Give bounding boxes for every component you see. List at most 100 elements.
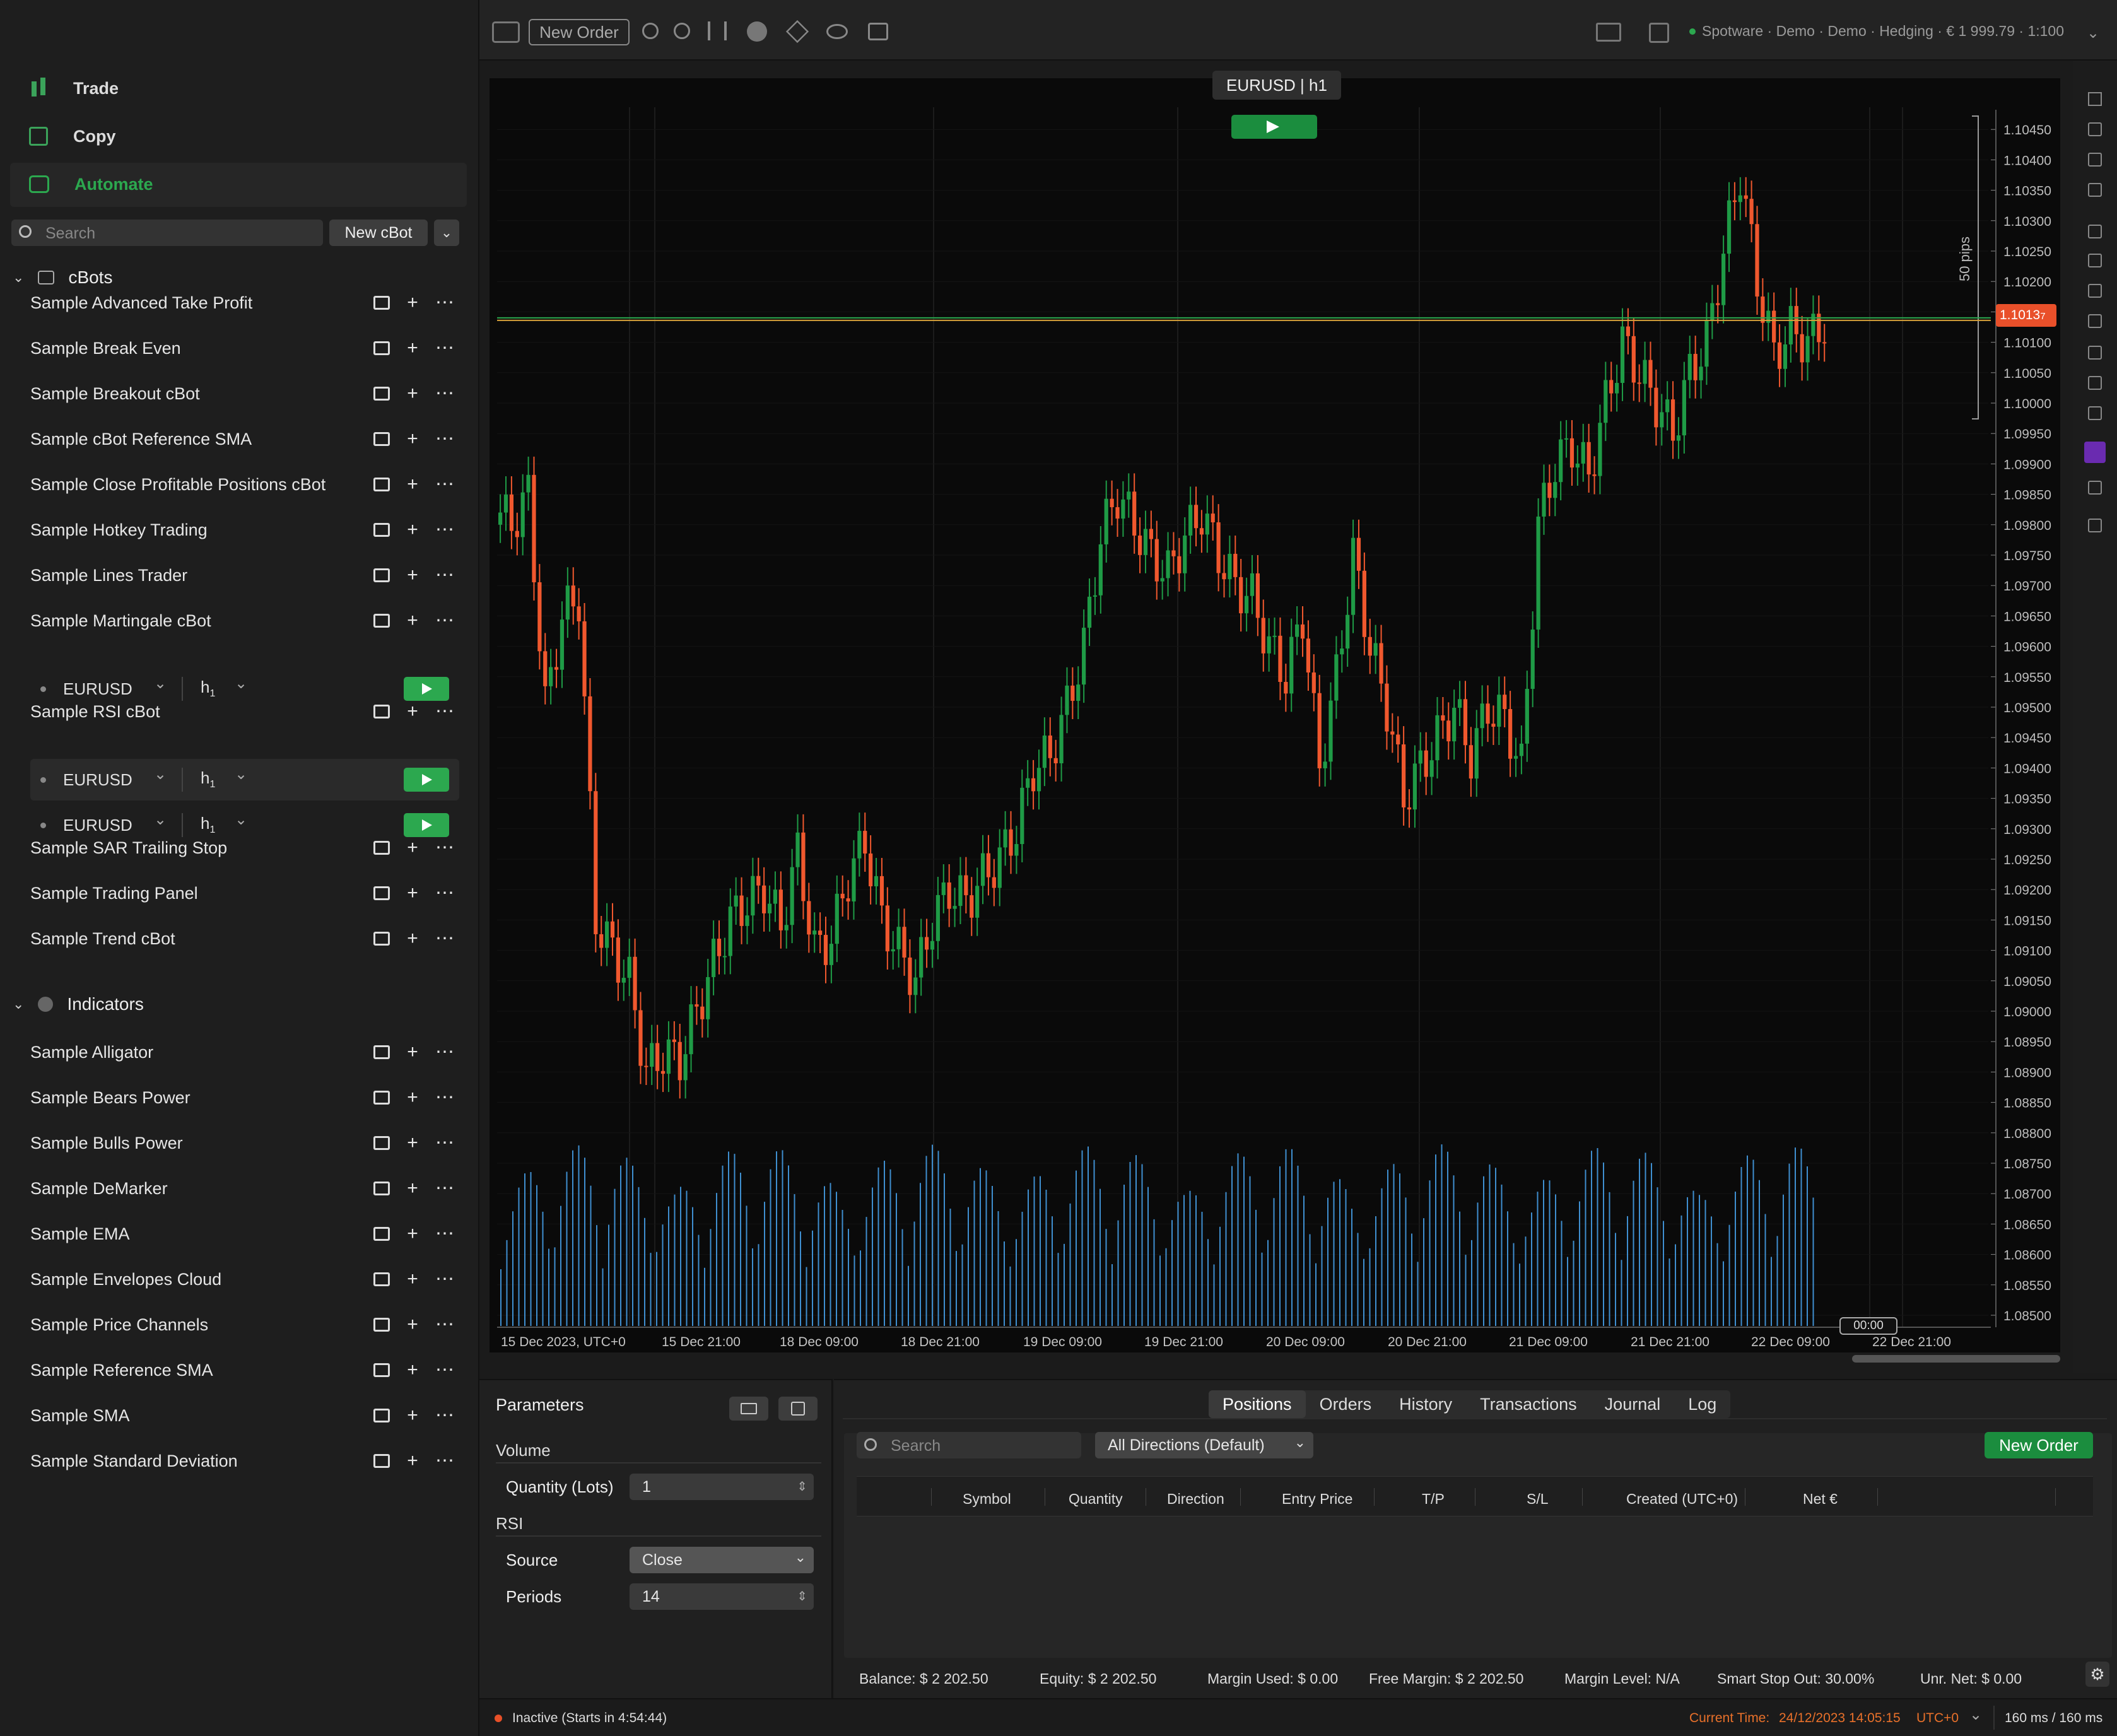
column-header[interactable]: T/P xyxy=(1422,1491,1445,1508)
instance-symbol[interactable]: EURUSD xyxy=(63,679,132,699)
start-instance-button[interactable] xyxy=(404,677,449,701)
timezone-selector[interactable]: UTC+0 xyxy=(1916,1711,1959,1726)
open-folder-button[interactable] xyxy=(729,1397,768,1421)
build-icon[interactable] xyxy=(373,1182,390,1195)
cbot-search-input[interactable]: Search xyxy=(11,220,323,246)
cbot-instance[interactable]: EURUSD ⌄ h1 ⌄ xyxy=(30,760,459,799)
cursor-icon[interactable] xyxy=(2088,92,2102,106)
start-instance-button[interactable] xyxy=(404,768,449,792)
column-header[interactable]: Direction xyxy=(1167,1491,1224,1508)
text-icon[interactable] xyxy=(2088,406,2102,420)
plus-icon[interactable]: + xyxy=(404,475,421,494)
zoom-in-icon[interactable] xyxy=(674,23,690,39)
more-icon[interactable]: ⋯ xyxy=(435,1088,454,1107)
cbot-item[interactable]: Sample Breakout cBot + ⋯ xyxy=(0,371,467,416)
build-icon[interactable] xyxy=(373,432,390,446)
arrow-icon[interactable] xyxy=(2088,376,2102,390)
cbot-item[interactable]: Sample Martingale cBot + ⋯ xyxy=(0,598,467,643)
chevron-down-icon[interactable]: ⌄ xyxy=(235,674,247,693)
quantity-input[interactable]: 1 ⇕ xyxy=(630,1474,814,1500)
build-icon[interactable] xyxy=(373,296,390,310)
gear-icon[interactable]: ⚙ xyxy=(2085,1662,2109,1687)
plus-icon[interactable]: + xyxy=(404,1134,421,1152)
start-instance-button[interactable] xyxy=(404,813,449,837)
periods-input[interactable]: 14 ⇕ xyxy=(630,1583,814,1610)
plus-icon[interactable]: + xyxy=(404,929,421,948)
column-header[interactable]: Net € xyxy=(1803,1491,1838,1508)
instance-timeframe[interactable]: h1 xyxy=(201,814,215,836)
column-header[interactable]: Entry Price xyxy=(1282,1491,1352,1508)
zoom-out-icon[interactable] xyxy=(642,23,659,39)
trade-panel-icon[interactable] xyxy=(1596,23,1621,42)
stepper-icon[interactable]: ⇕ xyxy=(797,1474,807,1500)
tab-history[interactable]: History xyxy=(1385,1390,1466,1418)
fibonacci-icon[interactable] xyxy=(2088,254,2102,267)
column-header[interactable]: Created (UTC+0) xyxy=(1626,1491,1738,1508)
plus-icon[interactable]: + xyxy=(404,611,421,630)
more-icon[interactable]: ⋯ xyxy=(435,293,454,312)
chevron-down-icon[interactable]: ⌄ xyxy=(235,765,247,783)
more-icon[interactable]: ⋯ xyxy=(435,1315,454,1334)
chart-type-icon[interactable] xyxy=(708,21,727,40)
instance-symbol[interactable]: EURUSD xyxy=(63,770,132,790)
layout-icon[interactable] xyxy=(492,21,520,43)
more-icon[interactable]: ⋯ xyxy=(435,1452,454,1470)
build-icon[interactable] xyxy=(373,523,390,537)
indicator-item[interactable]: Sample Envelopes Cloud + ⋯ xyxy=(0,1257,467,1302)
plus-icon[interactable]: + xyxy=(404,1406,421,1425)
new-order-toolbar-button[interactable]: New Order xyxy=(529,19,630,45)
source-select[interactable]: Close ⌄ xyxy=(630,1547,814,1573)
plus-icon[interactable]: + xyxy=(404,1452,421,1470)
plus-icon[interactable]: + xyxy=(404,339,421,358)
new-order-button[interactable]: New Order xyxy=(1985,1432,2093,1458)
cbot-item[interactable]: Sample cBot Reference SMA + ⋯ xyxy=(0,416,467,462)
tab-journal[interactable]: Journal xyxy=(1591,1390,1675,1418)
price-chart[interactable]: 1.10450 1.10400 1.10350 1.10300 1.10250 1.102… xyxy=(490,78,2060,1352)
new-cbot-dropdown-chevron-down-icon[interactable]: ⌄ xyxy=(434,220,459,246)
vertical-line-icon[interactable] xyxy=(2088,225,2102,238)
cbot-instance[interactable]: EURUSD ⌄ h1 ⌄ xyxy=(30,669,459,708)
indicator-item[interactable]: Sample Bears Power + ⋯ xyxy=(0,1075,467,1120)
plus-icon[interactable]: + xyxy=(404,566,421,585)
alert-bell-icon[interactable] xyxy=(2088,519,2102,532)
column-header[interactable]: S/L xyxy=(1527,1491,1549,1508)
chart-area[interactable]: 1.10450 1.10400 1.10350 1.10300 1.10250 1.102… xyxy=(490,71,2060,1363)
plus-icon[interactable]: + xyxy=(404,1088,421,1107)
eye-icon[interactable] xyxy=(826,24,848,39)
cbot-item[interactable]: Sample Trend cBot + ⋯ xyxy=(0,916,467,961)
plus-icon[interactable]: + xyxy=(404,384,421,403)
grid-icon[interactable] xyxy=(2088,314,2102,328)
plus-icon[interactable]: + xyxy=(404,1270,421,1289)
chevron-down-icon[interactable]: ⌄ xyxy=(154,811,167,829)
indicator-item[interactable]: Sample EMA + ⋯ xyxy=(0,1211,467,1257)
indicator-item[interactable]: Sample Reference SMA + ⋯ xyxy=(0,1347,467,1393)
plus-icon[interactable]: + xyxy=(404,1224,421,1243)
instance-symbol[interactable]: EURUSD xyxy=(63,816,132,835)
indicator-item[interactable]: Sample SMA + ⋯ xyxy=(0,1393,467,1438)
build-icon[interactable] xyxy=(373,478,390,491)
build-icon[interactable] xyxy=(373,341,390,355)
more-icon[interactable]: ⋯ xyxy=(435,520,454,539)
tab-positions[interactable]: Positions xyxy=(1209,1390,1306,1418)
more-icon[interactable]: ⋯ xyxy=(435,475,454,494)
more-icon[interactable]: ⋯ xyxy=(435,1179,454,1198)
build-icon[interactable] xyxy=(373,1136,390,1150)
more-icon[interactable]: ⋯ xyxy=(435,611,454,630)
more-icon[interactable]: ⋯ xyxy=(435,1224,454,1243)
chevron-down-icon[interactable]: ⌄ xyxy=(1969,1706,1982,1724)
more-icon[interactable]: ⋯ xyxy=(435,1043,454,1062)
more-icon[interactable]: ⋯ xyxy=(435,566,454,585)
chevron-down-icon[interactable]: ⌄ xyxy=(235,811,247,829)
indicators-icon[interactable] xyxy=(747,21,767,42)
more-icon[interactable]: ⋯ xyxy=(435,384,454,403)
build-icon[interactable] xyxy=(373,932,390,946)
nav-copy[interactable]: Copy xyxy=(29,117,116,155)
build-icon[interactable] xyxy=(373,1454,390,1468)
indicator-item[interactable]: Sample Alligator + ⋯ xyxy=(0,1029,467,1075)
detach-icon[interactable] xyxy=(1649,23,1669,43)
tab-transactions[interactable]: Transactions xyxy=(1466,1390,1591,1418)
layers-icon[interactable] xyxy=(785,20,809,44)
cbot-item[interactable]: Sample Trading Panel + ⋯ xyxy=(0,871,467,916)
plus-icon[interactable]: + xyxy=(404,1179,421,1198)
plus-icon[interactable]: + xyxy=(404,293,421,312)
